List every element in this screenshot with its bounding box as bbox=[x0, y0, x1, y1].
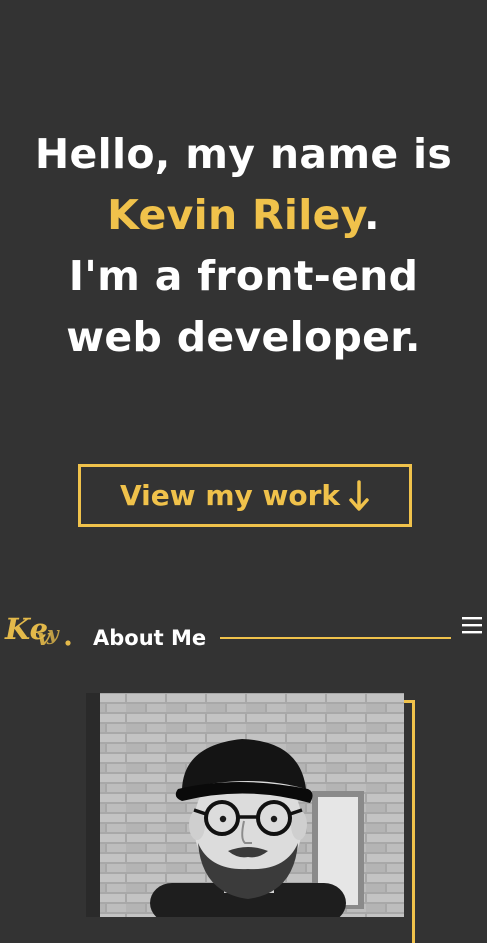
view-my-work-button[interactable]: View my work bbox=[78, 464, 412, 527]
view-my-work-label: View my work bbox=[119, 479, 341, 512]
about-me-heading: About Me bbox=[93, 626, 207, 650]
logo-mark-icon: Ke v y bbox=[4, 612, 71, 650]
hero-name: Kevin Riley bbox=[107, 191, 364, 239]
hamburger-menu-icon[interactable] bbox=[461, 615, 483, 637]
hero-role-line-1: I'm a front-end bbox=[68, 252, 419, 300]
svg-text:y: y bbox=[46, 621, 60, 645]
arrow-down-icon bbox=[349, 479, 369, 511]
profile-photo-illustration bbox=[86, 693, 404, 917]
hero-greeting: Hello, my name is bbox=[34, 130, 453, 178]
site-logo[interactable]: Ke v y bbox=[3, 612, 75, 650]
section-divider-line bbox=[220, 637, 451, 639]
hero-section: Hello, my name is Kevin Riley. I'm a fro… bbox=[0, 0, 487, 600]
profile-photo bbox=[86, 693, 404, 917]
hero-role-line-2: web developer. bbox=[66, 313, 421, 361]
hero-name-period: . bbox=[363, 191, 380, 239]
hero-heading: Hello, my name is Kevin Riley. I'm a fro… bbox=[0, 124, 487, 368]
